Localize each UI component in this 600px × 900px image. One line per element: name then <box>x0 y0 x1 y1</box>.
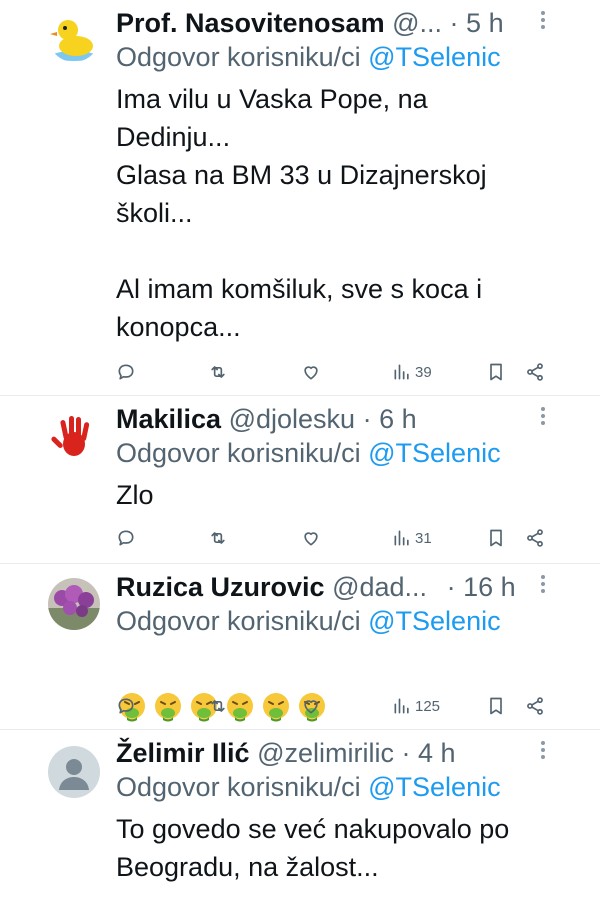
views-chart-icon <box>392 362 412 382</box>
tweet[interactable]: Prof. Nasovitenosam @... · 5 h Odgovor k… <box>0 0 600 396</box>
author-handle[interactable]: @dad... <box>332 572 427 602</box>
retweet-icon <box>208 362 228 382</box>
tweet-text: To govedo se već nakupovalo po Beogradu,… <box>116 814 510 882</box>
heart-icon <box>301 528 321 548</box>
author-name[interactable]: Prof. Nasovitenosam <box>116 8 385 38</box>
reply-prefix: Odgovor korisniku/ci <box>116 42 361 72</box>
share-icon <box>525 362 545 382</box>
reply-icon <box>116 362 136 382</box>
reply-mention-link[interactable]: @TSelenic <box>368 438 500 468</box>
separator-dot: · <box>362 404 372 434</box>
like-button[interactable] <box>301 358 321 386</box>
bookmark-button[interactable] <box>486 524 506 552</box>
timestamp[interactable]: 16 h <box>463 572 516 602</box>
more-options-icon[interactable] <box>538 404 548 432</box>
reply-prefix: Odgovor korisniku/ci <box>116 772 361 802</box>
flowers-photo-avatar-icon <box>48 578 100 630</box>
retweet-button[interactable] <box>208 524 228 552</box>
retweet-button[interactable] <box>208 358 228 386</box>
avatar[interactable] <box>48 410 100 462</box>
tweet[interactable]: Želimir Ilić @zelimirilic · 4 h Odgovor … <box>0 730 600 900</box>
author-handle[interactable]: @zelimirilic <box>257 738 394 768</box>
views-count: 39 <box>415 363 432 381</box>
reply-mention-link[interactable]: @TSelenic <box>368 42 500 72</box>
retweet-button[interactable] <box>208 692 228 720</box>
bookmark-button[interactable] <box>486 358 506 386</box>
views-count: 125 <box>415 697 441 715</box>
timestamp[interactable]: 5 h <box>466 8 504 38</box>
author-handle[interactable]: @djolesku <box>229 404 355 434</box>
share-button[interactable] <box>525 358 545 386</box>
separator-dot: · <box>446 572 456 602</box>
views-chart-icon <box>392 696 412 716</box>
reply-button[interactable] <box>116 524 136 552</box>
timestamp[interactable]: 6 h <box>379 404 417 434</box>
views-chart-icon <box>392 528 412 548</box>
reply-context: Odgovor korisniku/ci @TSelenic <box>116 604 501 638</box>
tweet-header: Želimir Ilić @zelimirilic · 4 h <box>116 736 580 770</box>
author-handle[interactable]: @... <box>392 8 442 38</box>
share-button[interactable] <box>525 524 545 552</box>
separator-dot: · <box>449 8 459 38</box>
action-bar: 39 <box>116 358 550 386</box>
reply-context: Odgovor korisniku/ci @TSelenic <box>116 770 501 804</box>
author-name[interactable]: Ruzica Uzurovic <box>116 572 325 602</box>
timestamp[interactable]: 4 h <box>418 738 456 768</box>
share-icon <box>525 528 545 548</box>
rubber-duck-avatar-icon <box>48 10 100 62</box>
tweet-header: Ruzica Uzurovic @dad... · 16 h <box>116 570 580 604</box>
reply-mention-link[interactable]: @TSelenic <box>368 606 500 636</box>
reply-prefix: Odgovor korisniku/ci <box>116 438 361 468</box>
retweet-icon <box>208 528 228 548</box>
action-bar: 125 <box>116 692 550 720</box>
reply-button[interactable] <box>116 692 136 720</box>
separator-dot: · <box>401 738 411 768</box>
red-handprint-avatar-icon <box>48 410 100 462</box>
tweet-text: Zlo <box>116 480 154 510</box>
share-icon <box>525 696 545 716</box>
views-button[interactable]: 125 <box>392 692 440 720</box>
tweet-header: Prof. Nasovitenosam @... · 5 h <box>116 6 580 40</box>
more-options-icon[interactable] <box>538 738 548 766</box>
tweet-text: Ima vilu u Vaska Pope, na Dedinju... Gla… <box>116 84 487 342</box>
reply-mention-link[interactable]: @TSelenic <box>368 772 500 802</box>
retweet-icon <box>208 696 228 716</box>
tweet[interactable]: Ruzica Uzurovic @dad... · 16 h Odgovor k… <box>0 564 600 730</box>
tweet[interactable]: Makilica @djolesku · 6 h Odgovor korisni… <box>0 396 600 564</box>
author-name[interactable]: Želimir Ilić <box>116 738 250 768</box>
bookmark-icon <box>486 528 506 548</box>
views-button[interactable]: 31 <box>392 524 432 552</box>
bookmark-icon <box>486 696 506 716</box>
reply-context: Odgovor korisniku/ci @TSelenic <box>116 436 501 470</box>
reply-icon <box>116 696 136 716</box>
heart-icon <box>301 362 321 382</box>
like-button[interactable] <box>301 524 321 552</box>
like-button[interactable] <box>301 692 321 720</box>
avatar[interactable] <box>48 578 100 630</box>
action-bar: 31 <box>116 524 550 552</box>
bookmark-icon <box>486 362 506 382</box>
views-button[interactable]: 39 <box>392 358 432 386</box>
more-options-icon[interactable] <box>538 572 548 600</box>
default-person-avatar-icon <box>48 746 100 798</box>
views-count: 31 <box>415 529 432 547</box>
author-name[interactable]: Makilica <box>116 404 221 434</box>
avatar[interactable] <box>48 10 100 62</box>
bookmark-button[interactable] <box>486 692 506 720</box>
reply-icon <box>116 528 136 548</box>
heart-icon <box>301 696 321 716</box>
avatar[interactable] <box>48 746 100 798</box>
reply-context: Odgovor korisniku/ci @TSelenic <box>116 40 501 74</box>
share-button[interactable] <box>525 692 545 720</box>
reply-prefix: Odgovor korisniku/ci <box>116 606 361 636</box>
more-options-icon[interactable] <box>538 8 548 36</box>
reply-button[interactable] <box>116 358 136 386</box>
tweet-header: Makilica @djolesku · 6 h <box>116 402 580 436</box>
